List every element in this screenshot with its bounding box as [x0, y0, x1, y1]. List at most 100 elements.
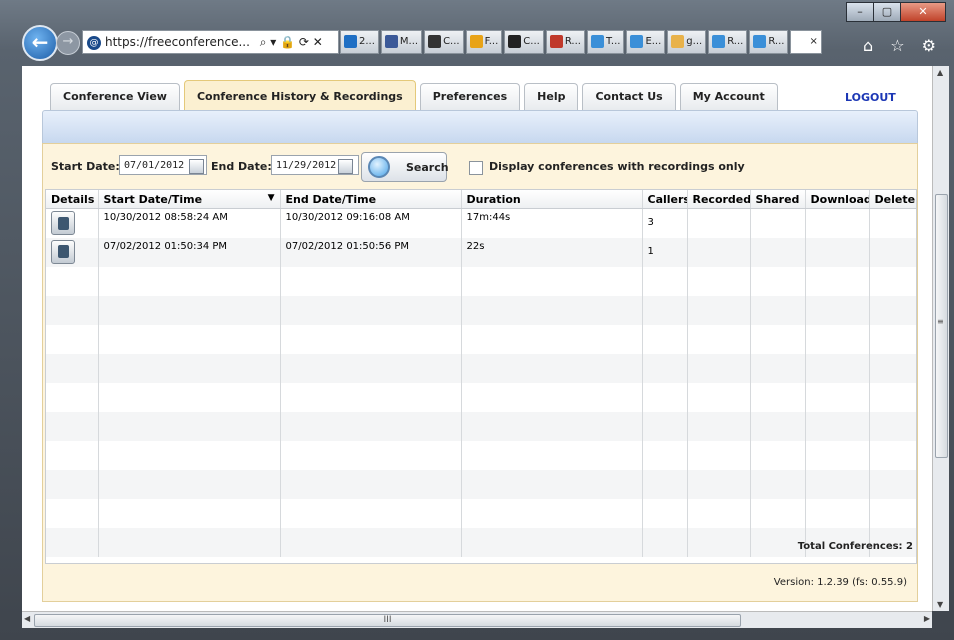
table-row: 10/30/2012 08:58:24 AM 10/30/2012 09:16:0…: [46, 208, 916, 238]
table-row: [46, 469, 916, 499]
scroll-down-arrow-icon[interactable]: ▼: [937, 600, 943, 609]
vertical-scroll-thumb[interactable]: ≡: [935, 194, 948, 458]
browser-tab[interactable]: 2...: [340, 30, 379, 54]
browser-tab[interactable]: g...: [667, 30, 707, 54]
end-cell: [280, 498, 462, 528]
column-header[interactable]: Start Date/Time ▼: [98, 190, 281, 209]
minimize-button[interactable]: –: [846, 2, 874, 22]
table-row: [46, 266, 916, 296]
tab-help[interactable]: Help: [524, 83, 579, 110]
scroll-right-arrow-icon[interactable]: ▶: [924, 614, 930, 623]
column-header-label: Start Date/Time: [103, 192, 203, 206]
browser-tab[interactable]: R...: [708, 30, 748, 54]
sort-arrow-icon[interactable]: ▼: [268, 193, 275, 203]
download-cell: [805, 382, 870, 412]
horizontal-scrollbar[interactable]: ◀ III ▶: [22, 611, 932, 628]
start-cell: 07/02/2012 01:50:34 PM: [98, 237, 281, 267]
end-cell: [280, 382, 462, 412]
browser-tab[interactable]: T...: [586, 30, 625, 54]
recorded-cell: [687, 498, 751, 528]
browser-tab[interactable]: E...: [626, 30, 666, 54]
tab-conference-history-recordings[interactable]: Conference History & Recordings: [183, 80, 416, 110]
callers-cell: [642, 266, 688, 296]
history-panel: Start Date: 07/01/2012 End Date: 11/29/2…: [42, 143, 918, 602]
end-cell: [280, 353, 462, 383]
browser-tab[interactable]: M...: [380, 30, 423, 54]
details-cell: [46, 295, 99, 325]
details-cell: [46, 324, 99, 354]
shared-cell: [750, 295, 806, 325]
details-button[interactable]: [51, 239, 75, 264]
duration-cell: [461, 353, 643, 383]
start-cell: [98, 527, 281, 557]
recorded-cell: [687, 382, 751, 412]
app-tab-bar: Conference View Conference History & Reco…: [50, 80, 782, 110]
details-cell: [46, 411, 99, 441]
column-header[interactable]: Delete: [869, 190, 916, 209]
column-header[interactable]: Callers: [642, 190, 688, 209]
end-calendar-icon[interactable]: [338, 159, 353, 174]
tab-preferences[interactable]: Preferences: [419, 83, 521, 110]
search-button[interactable]: Search: [361, 152, 449, 182]
details-cell: [46, 527, 99, 557]
end-cell: [280, 527, 462, 557]
column-header-label: Download: [810, 192, 869, 206]
vertical-scrollbar[interactable]: ▲ ≡ ▼: [932, 66, 949, 611]
address-text: https://freeconference...: [105, 35, 250, 49]
shared-cell: [750, 498, 806, 528]
column-header[interactable]: End Date/Time: [280, 190, 462, 209]
browser-tab[interactable]: C...: [424, 30, 464, 54]
details-cell: [46, 382, 99, 412]
browser-tools-icons[interactable]: ⌂ ☆ ⚙: [863, 36, 942, 55]
maximize-button[interactable]: ▢: [873, 2, 901, 22]
column-header[interactable]: Download: [805, 190, 870, 209]
browser-tab-label: R...: [727, 36, 744, 47]
tab-contact-us[interactable]: Contact Us: [582, 83, 676, 110]
tab-favicon-icon: [344, 34, 357, 48]
shared-cell: [750, 266, 806, 296]
end-cell: [280, 324, 462, 354]
recorded-cell: [687, 411, 751, 441]
column-header[interactable]: Details: [46, 190, 99, 209]
column-header-label: Callers: [647, 192, 687, 206]
browser-tab-label: ×: [809, 36, 818, 47]
callers-cell: [642, 411, 688, 441]
tab-my-account[interactable]: My Account: [679, 83, 778, 110]
v-thumb-grip: ≡: [937, 317, 944, 326]
column-header[interactable]: Shared: [750, 190, 806, 209]
browser-tab-label: E...: [645, 36, 662, 47]
browser-tab[interactable]: R...: [545, 30, 585, 54]
browser-tab[interactable]: F...: [465, 30, 503, 54]
browser-navbar: ← → @ https://freeconference... ⌕ ▾ 🔒 ⟳ ✕…: [20, 22, 950, 66]
address-tools-icon[interactable]: ⌕ ▾ 🔒 ⟳ ✕: [260, 35, 323, 49]
start-calendar-icon[interactable]: [189, 159, 204, 174]
tab-conference-view[interactable]: Conference View: [50, 83, 180, 110]
download-cell: [805, 295, 870, 325]
browser-tab[interactable]: R...: [749, 30, 789, 54]
tab-favicon-icon: [671, 34, 685, 48]
start-cell: [98, 353, 281, 383]
details-cell: [46, 498, 99, 528]
column-header[interactable]: Duration: [461, 190, 643, 209]
logout-link[interactable]: LOGOUT: [845, 91, 896, 104]
version-text: Version: 1.2.39 (fs: 0.55.9): [773, 577, 907, 588]
browser-tab[interactable]: ×: [790, 30, 822, 54]
details-button[interactable]: [51, 211, 75, 235]
browser-tab[interactable]: C...: [504, 30, 544, 54]
horizontal-scroll-thumb[interactable]: III: [34, 614, 741, 627]
table-row: [46, 324, 916, 354]
recordings-only-checkbox[interactable]: [469, 161, 483, 175]
end-cell: 07/02/2012 01:50:56 PM: [280, 237, 462, 267]
column-header[interactable]: Recorded: [687, 190, 751, 209]
details-cell: [46, 208, 99, 238]
back-arrow-icon[interactable]: ←: [22, 25, 58, 61]
end-cell: 10/30/2012 09:16:08 AM: [280, 208, 462, 238]
scroll-left-arrow-icon[interactable]: ◀: [24, 614, 30, 623]
duration-cell: [461, 527, 643, 557]
scroll-up-arrow-icon[interactable]: ▲: [937, 68, 943, 77]
address-bar[interactable]: @ https://freeconference... ⌕ ▾ 🔒 ⟳ ✕: [82, 30, 339, 54]
forward-arrow-icon[interactable]: →: [56, 31, 80, 55]
column-header-label: Duration: [466, 192, 521, 206]
delete-cell: [869, 237, 916, 267]
close-button[interactable]: ✕: [900, 2, 946, 22]
